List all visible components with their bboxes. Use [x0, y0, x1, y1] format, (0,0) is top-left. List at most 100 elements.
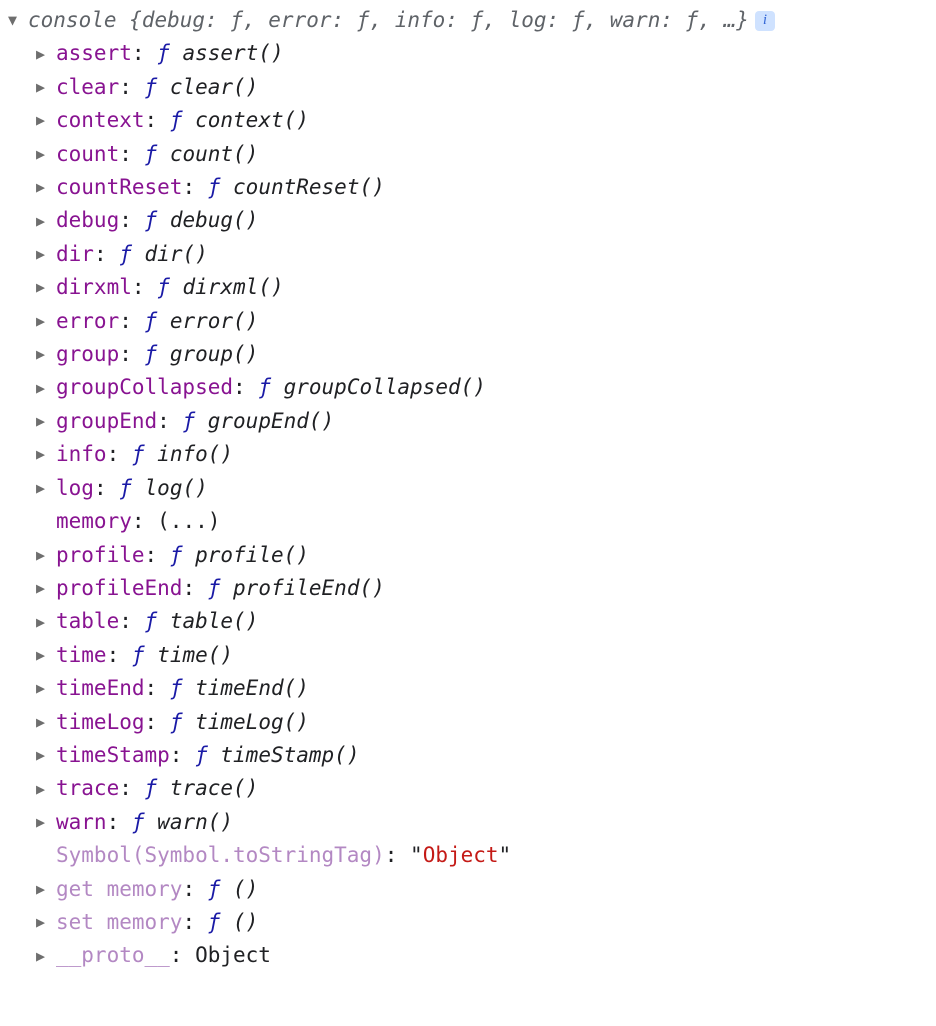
property-row[interactable]: ▶Symbol(Symbol.toStringTag): "Object" [8, 839, 928, 872]
property-row[interactable]: ▶clear: ƒ clear() [8, 71, 928, 104]
property-key: dir [56, 238, 94, 271]
property-row[interactable]: ▶timeEnd: ƒ timeEnd() [8, 672, 928, 705]
brace-close: } [736, 4, 749, 37]
property-row[interactable]: ▶warn: ƒ warn() [8, 806, 928, 839]
function-sigil-icon: ƒ [145, 71, 158, 104]
brace-open: { [117, 4, 142, 37]
expand-toggle-icon[interactable]: ▶ [36, 481, 56, 496]
property-key: memory [56, 505, 132, 538]
function-name: error() [157, 305, 258, 338]
property-key: get memory [56, 873, 182, 906]
expand-toggle-icon[interactable]: ▶ [36, 247, 56, 262]
preview-key: info [395, 4, 446, 37]
function-sigil-icon: ƒ [145, 204, 158, 237]
property-key: groupCollapsed [56, 371, 233, 404]
expand-toggle-icon[interactable]: ▶ [36, 782, 56, 797]
function-sigil-icon: ƒ [230, 4, 243, 37]
function-sigil-icon: ƒ [132, 438, 145, 471]
property-key: timeEnd [56, 672, 145, 705]
ellipsis: … [724, 4, 737, 37]
property-row[interactable]: ▶groupEnd: ƒ groupEnd() [8, 405, 928, 438]
property-key: error [56, 305, 119, 338]
property-row[interactable]: ▶dirxml: ƒ dirxml() [8, 271, 928, 304]
expand-toggle-icon[interactable]: ▶ [36, 147, 56, 162]
expand-toggle-icon[interactable]: ▼ [8, 13, 28, 28]
function-sigil-icon: ƒ [145, 605, 158, 638]
function-sigil-icon: ƒ [208, 873, 221, 906]
colon: : [107, 438, 132, 471]
getter-placeholder[interactable]: (...) [157, 505, 220, 538]
function-name: context() [182, 104, 308, 137]
expand-toggle-icon[interactable]: ▶ [36, 815, 56, 830]
property-row[interactable]: ▶set memory: ƒ () [8, 906, 928, 939]
expand-toggle-icon[interactable]: ▶ [36, 447, 56, 462]
property-row[interactable]: ▶count: ƒ count() [8, 138, 928, 171]
function-sigil-icon: ƒ [170, 672, 183, 705]
function-sigil-icon: ƒ [208, 171, 221, 204]
property-key: time [56, 639, 107, 672]
property-row[interactable]: ▶groupCollapsed: ƒ groupCollapsed() [8, 371, 928, 404]
property-row[interactable]: ▶countReset: ƒ countReset() [8, 171, 928, 204]
expand-toggle-icon[interactable]: ▶ [36, 414, 56, 429]
comma: , [243, 4, 268, 37]
property-key: profileEnd [56, 572, 182, 605]
expand-toggle-icon[interactable]: ▶ [36, 915, 56, 930]
expand-toggle-icon[interactable]: ▶ [36, 548, 56, 563]
function-sigil-icon: ƒ [132, 639, 145, 672]
property-key: table [56, 605, 119, 638]
colon: : [145, 104, 170, 137]
property-row[interactable]: ▶assert: ƒ assert() [8, 37, 928, 70]
expand-toggle-icon[interactable]: ▶ [36, 47, 56, 62]
property-row[interactable]: ▶trace: ƒ trace() [8, 772, 928, 805]
colon: : [132, 505, 157, 538]
function-sigil-icon: ƒ [145, 138, 158, 171]
property-row[interactable]: ▶log: ƒ log() [8, 472, 928, 505]
property-row[interactable]: ▶timeStamp: ƒ timeStamp() [8, 739, 928, 772]
property-row[interactable]: ▶get memory: ƒ () [8, 873, 928, 906]
object-header-row[interactable]: ▼console {debug: ƒ, error: ƒ, info: ƒ, l… [8, 4, 928, 37]
property-row[interactable]: ▶table: ƒ table() [8, 605, 928, 638]
property-row[interactable]: ▶context: ƒ context() [8, 104, 928, 137]
colon: : [157, 405, 182, 438]
expand-toggle-icon[interactable]: ▶ [36, 113, 56, 128]
expand-toggle-icon[interactable]: ▶ [36, 180, 56, 195]
expand-toggle-icon[interactable]: ▶ [36, 581, 56, 596]
property-row[interactable]: ▶group: ƒ group() [8, 338, 928, 371]
property-row[interactable]: ▶timeLog: ƒ timeLog() [8, 706, 928, 739]
expand-toggle-icon[interactable]: ▶ [36, 381, 56, 396]
property-row[interactable]: ▶dir: ƒ dir() [8, 238, 928, 271]
property-row[interactable]: ▶error: ƒ error() [8, 305, 928, 338]
colon: : [332, 4, 357, 37]
function-sigil-icon: ƒ [132, 806, 145, 839]
function-sigil-icon: ƒ [157, 271, 170, 304]
property-row[interactable]: ▶__proto__: Object [8, 939, 928, 972]
property-key: debug [56, 204, 119, 237]
expand-toggle-icon[interactable]: ▶ [36, 648, 56, 663]
quote: " [499, 839, 512, 872]
info-icon[interactable]: i [755, 11, 775, 31]
property-row[interactable]: ▶time: ƒ time() [8, 639, 928, 672]
expand-toggle-icon[interactable]: ▶ [36, 681, 56, 696]
function-name: warn() [145, 806, 234, 839]
expand-toggle-icon[interactable]: ▶ [36, 80, 56, 95]
expand-toggle-icon[interactable]: ▶ [36, 715, 56, 730]
colon: : [205, 4, 230, 37]
colon: : [119, 772, 144, 805]
expand-toggle-icon[interactable]: ▶ [36, 615, 56, 630]
expand-toggle-icon[interactable]: ▶ [36, 280, 56, 295]
expand-toggle-icon[interactable]: ▶ [36, 347, 56, 362]
property-key: count [56, 138, 119, 171]
expand-toggle-icon[interactable]: ▶ [36, 748, 56, 763]
comma: , [698, 4, 723, 37]
property-row[interactable]: ▶info: ƒ info() [8, 438, 928, 471]
expand-toggle-icon[interactable]: ▶ [36, 882, 56, 897]
expand-toggle-icon[interactable]: ▶ [36, 314, 56, 329]
property-row[interactable]: ▶memory: (...) [8, 505, 928, 538]
function-name: group() [157, 338, 258, 371]
expand-toggle-icon[interactable]: ▶ [36, 214, 56, 229]
property-row[interactable]: ▶debug: ƒ debug() [8, 204, 928, 237]
expand-toggle-icon[interactable]: ▶ [36, 949, 56, 964]
property-row[interactable]: ▶profile: ƒ profile() [8, 539, 928, 572]
function-name: count() [157, 138, 258, 171]
property-row[interactable]: ▶profileEnd: ƒ profileEnd() [8, 572, 928, 605]
